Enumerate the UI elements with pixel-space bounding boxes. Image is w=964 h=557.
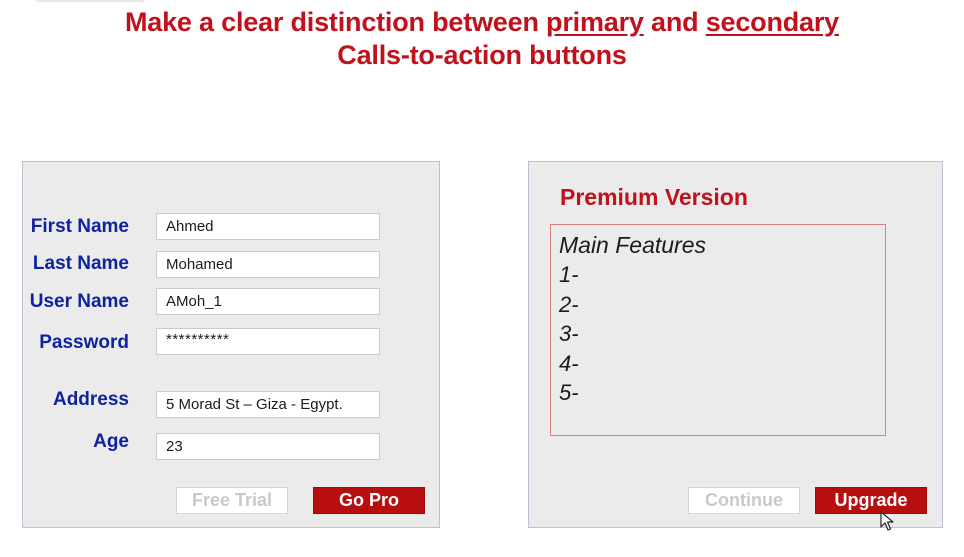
address-field[interactable]: 5 Morad St – Giza - Egypt. — [156, 391, 380, 418]
mouse-pointer-icon — [880, 511, 894, 531]
age-label: Age — [93, 431, 129, 452]
user-name-field[interactable]: AMoh_1 — [156, 288, 380, 315]
continue-button[interactable]: Continue — [688, 487, 800, 514]
age-field[interactable]: 23 — [156, 433, 380, 460]
first-name-label: First Name — [30, 216, 129, 237]
top-rule — [36, 0, 144, 2]
headline-secondary-word: secondary — [705, 7, 839, 37]
headline-prefix: Make a clear distinction between — [125, 7, 547, 37]
feature-item: 2- — [559, 291, 579, 317]
feature-item: 5- — [559, 380, 579, 405]
headline-line-1: Make a clear distinction between primary… — [0, 6, 964, 39]
feature-item: 3- — [559, 321, 579, 346]
headline-mid: and — [643, 7, 706, 37]
free-trial-button[interactable]: Free Trial — [176, 487, 288, 514]
address-label: Address — [52, 389, 129, 410]
premium-title: Premium Version — [560, 184, 748, 210]
headline-primary-word: primary — [546, 7, 644, 37]
first-name-field[interactable]: Ahmed — [156, 213, 380, 240]
last-name-label: Last Name — [32, 253, 129, 274]
feature-item: 1- — [559, 262, 579, 287]
upgrade-button[interactable]: Upgrade — [815, 487, 927, 514]
password-label: Password — [39, 332, 129, 353]
features-box: Main Features 1- 2- 3- 4- 5- — [550, 224, 886, 436]
registration-form-panel: First Name Ahmed Last Name Mohamed User … — [22, 161, 440, 528]
premium-panel: Premium Version Main Features 1- 2- 3- 4… — [528, 161, 943, 528]
page-headline: Make a clear distinction between primary… — [0, 6, 964, 72]
go-pro-button[interactable]: Go Pro — [313, 487, 425, 514]
feature-item: 4- — [559, 350, 579, 376]
features-heading: Main Features — [559, 232, 707, 258]
user-name-label: User Name — [29, 291, 129, 312]
password-field[interactable]: ********** — [156, 328, 380, 355]
last-name-field[interactable]: Mohamed — [156, 251, 380, 278]
headline-line-2: Calls-to-action buttons — [337, 40, 627, 70]
